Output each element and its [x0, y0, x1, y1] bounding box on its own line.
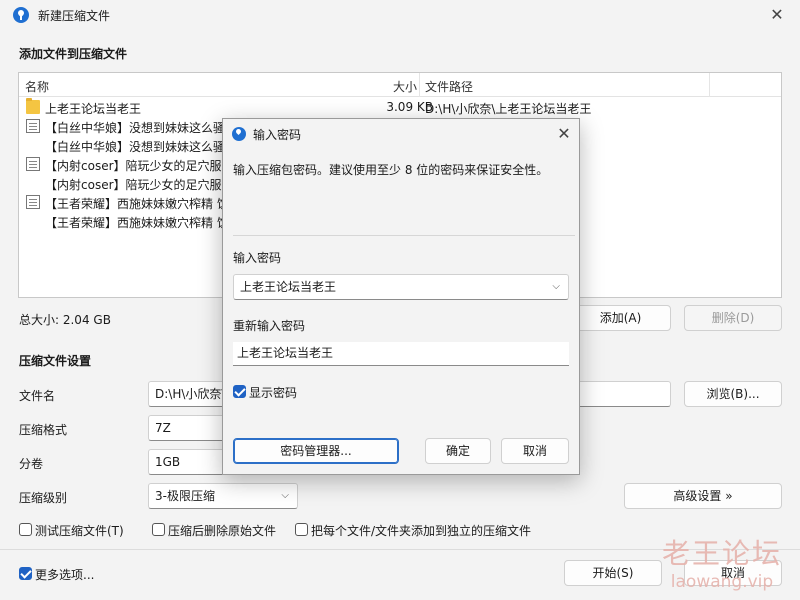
column-header-path[interactable]: 文件路径	[425, 78, 473, 95]
password-input[interactable]: 上老王论坛当老王 ⌵	[233, 274, 569, 300]
document-icon	[26, 195, 40, 209]
show-password-label: 显示密码	[249, 386, 298, 400]
app-logo-icon	[13, 7, 29, 23]
add-button[interactable]: 添加(A)	[570, 305, 671, 331]
separate-archives-checkbox[interactable]	[295, 523, 308, 536]
dialog-close-icon[interactable]: ✕	[549, 123, 579, 145]
level-value: 3-极限压缩	[155, 489, 215, 503]
video-icon	[25, 175, 39, 191]
test-archive-label: 测试压缩文件(T)	[35, 524, 124, 538]
password-value: 上老王论坛当老王	[240, 280, 337, 294]
file-list-header: 名称 大小 文件路径	[19, 73, 781, 97]
password-dialog: 输入密码 ✕ 输入压缩包密码。建议使用至少 8 位的密码来保证安全性。 输入密码…	[222, 118, 580, 475]
delete-after-checkbox[interactable]	[152, 523, 165, 536]
document-icon	[26, 157, 40, 171]
document-icon	[26, 119, 40, 133]
password-manager-button[interactable]: 密码管理器...	[233, 438, 399, 464]
delete-after-label: 压缩后删除原始文件	[168, 524, 277, 538]
settings-section-title: 压缩文件设置	[19, 354, 92, 368]
separate-archives-label: 把每个文件/文件夹添加到独立的压缩文件	[311, 524, 532, 538]
file-path: D:\H\小欣奈\上老王论坛当老王	[425, 102, 592, 116]
dialog-title: 输入密码	[253, 128, 302, 142]
confirm-password-input[interactable]: 上老王论坛当老王	[233, 342, 569, 366]
table-row[interactable]: 上老王论坛当老王 3.09 KB D:\H\小欣奈\上老王论坛当老王	[19, 98, 781, 117]
test-archive-checkbox[interactable]	[19, 523, 32, 536]
more-options-label: 更多选项...	[35, 568, 95, 582]
folder-icon	[26, 98, 40, 114]
watermark-text: 老王论坛	[661, 537, 782, 570]
file-name: 上老王论坛当老王	[45, 102, 142, 116]
delete-button[interactable]: 删除(D)	[684, 305, 782, 331]
video-icon	[25, 213, 39, 229]
volume-label: 分卷	[19, 457, 44, 471]
password-label: 输入密码	[233, 251, 282, 265]
column-header-size[interactable]: 大小	[393, 78, 417, 95]
chevron-down-icon: ⌵	[281, 490, 289, 501]
dialog-app-icon	[232, 127, 246, 141]
more-options-checkbox[interactable]	[19, 567, 32, 580]
advanced-settings-button[interactable]: 高级设置 »	[624, 483, 782, 509]
format-value: 7Z	[155, 421, 171, 435]
browse-button[interactable]: 浏览(B)...	[684, 381, 782, 407]
show-password-checkbox[interactable]	[233, 385, 246, 398]
dialog-hint: 输入压缩包密码。建议使用至少 8 位的密码来保证安全性。	[233, 163, 549, 177]
start-button[interactable]: 开始(S)	[564, 560, 662, 586]
volume-value: 1GB	[155, 455, 181, 469]
confirm-password-label: 重新输入密码	[233, 319, 306, 333]
site-watermark: 老王论坛 laowang.vip	[662, 532, 782, 592]
column-header-name[interactable]: 名称	[25, 78, 49, 95]
dialog-ok-button[interactable]: 确定	[425, 438, 491, 464]
level-select[interactable]: 3-极限压缩 ⌵	[148, 483, 298, 509]
level-label: 压缩级别	[19, 491, 68, 505]
window-close-icon[interactable]: ✕	[762, 4, 792, 26]
dialog-cancel-button[interactable]: 取消	[501, 438, 569, 464]
watermark-url: laowang.vip	[670, 572, 774, 592]
video-icon	[25, 137, 39, 153]
add-section-title: 添加文件到压缩文件	[19, 47, 128, 61]
format-label: 压缩格式	[19, 423, 68, 437]
window-title: 新建压缩文件	[38, 9, 111, 23]
filename-label: 文件名	[19, 389, 56, 403]
total-size: 总大小: 2.04 GB	[19, 313, 111, 327]
password-dropdown-chevron-icon[interactable]: ⌵	[552, 275, 560, 299]
title-bar: 新建压缩文件 ✕	[0, 0, 800, 30]
